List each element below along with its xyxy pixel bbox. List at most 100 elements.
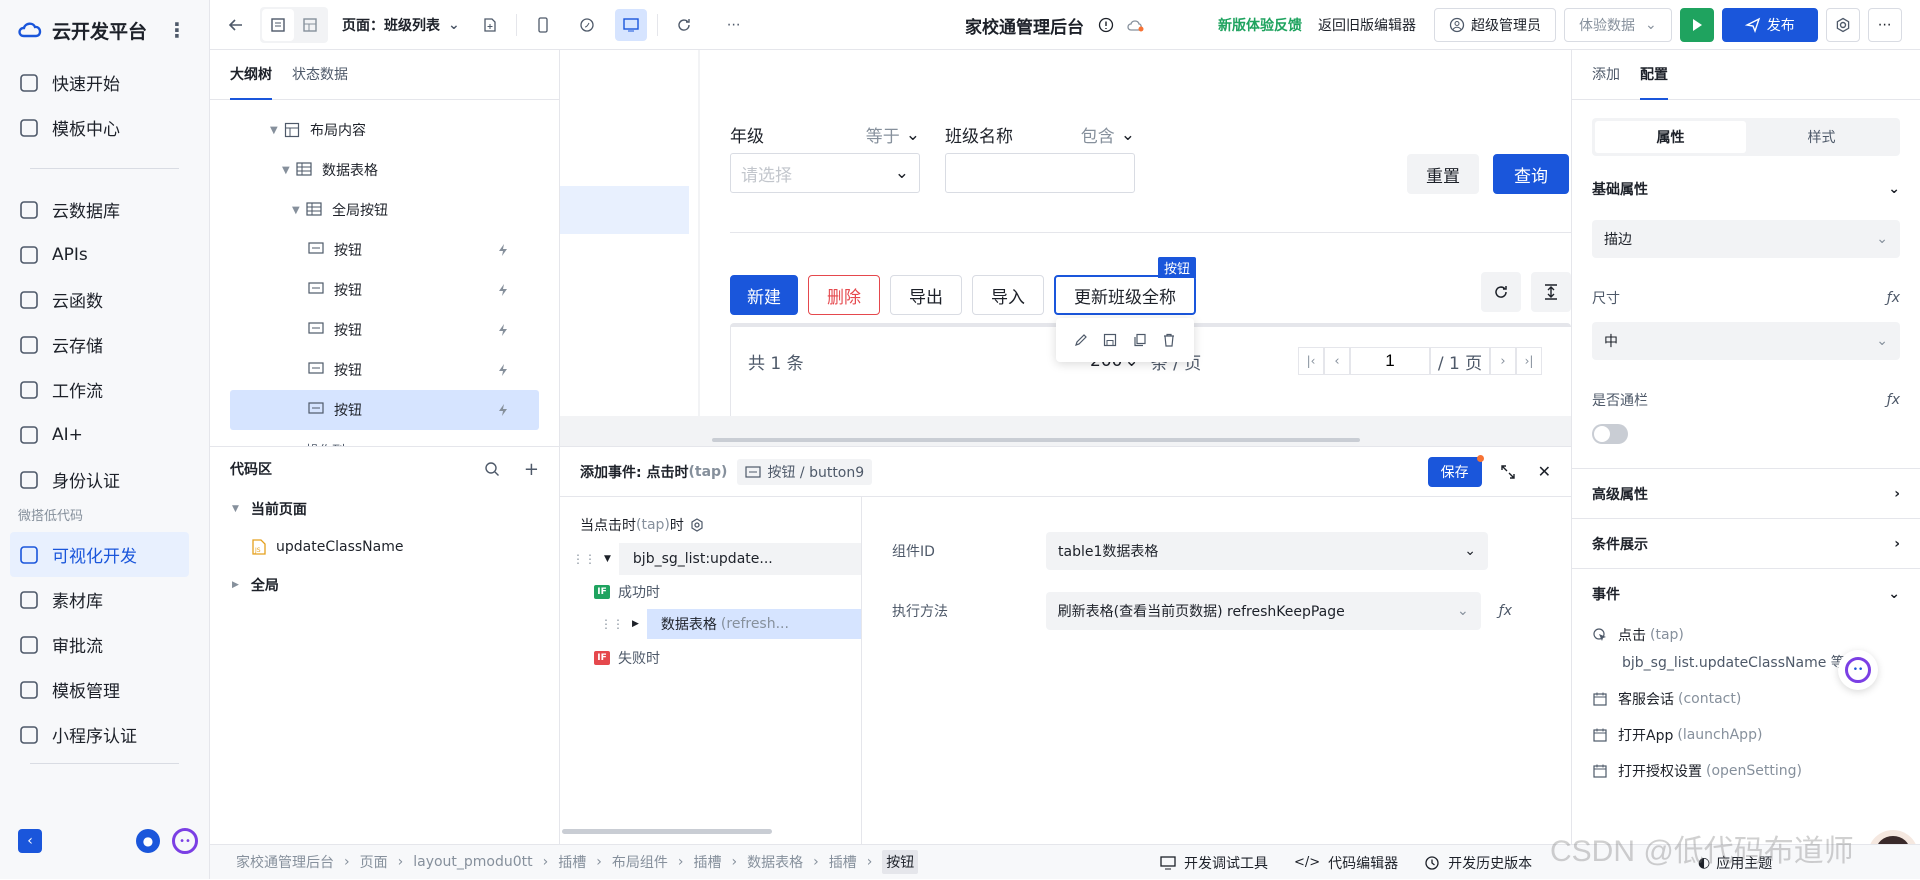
prev-page-button[interactable]: ‹ <box>1324 347 1350 375</box>
event-bolt-icon[interactable] <box>497 243 509 257</box>
tree-node[interactable]: 按钮 <box>230 230 539 270</box>
trash-icon[interactable] <box>1162 333 1176 347</box>
debug-tools-button[interactable]: 开发调试工具 <box>1160 853 1268 873</box>
nav-item[interactable]: 模板中心 <box>0 105 209 150</box>
tree-node[interactable]: 按钮 <box>230 390 539 430</box>
table-density-button[interactable] <box>1531 272 1571 312</box>
update-class-name-button[interactable]: 更新班级全称 按钮 <box>1054 257 1196 315</box>
filter-grade-select[interactable]: 请选择 ⌄ <box>730 153 920 193</box>
more-horizontal-icon[interactable]: ⋯ <box>718 9 750 41</box>
event-bolt-icon[interactable] <box>497 403 509 417</box>
condition-header[interactable]: 条件展示 › <box>1572 519 1920 569</box>
more-menu-button[interactable]: ⋯ <box>1867 8 1902 42</box>
copy-icon[interactable] <box>1133 333 1147 347</box>
info-icon[interactable] <box>1098 17 1114 33</box>
settings-button[interactable] <box>1825 8 1860 42</box>
desktop-view-icon[interactable] <box>614 8 647 41</box>
table-refresh-button[interactable] <box>1481 272 1521 312</box>
tree-node[interactable]: ▼ 数据表格 <box>230 150 539 190</box>
breadcrumb-item[interactable]: 按钮 <box>882 850 919 874</box>
nav-item[interactable]: 审批流 <box>0 622 209 667</box>
add-page-icon[interactable] <box>474 9 506 41</box>
breadcrumb-item[interactable]: 插槽 <box>558 852 586 872</box>
tree-node[interactable]: ▼ 布局内容 <box>230 110 539 150</box>
breadcrumb-item[interactable]: 数据表格 <box>747 852 803 872</box>
nav-item[interactable]: 快速开始 <box>0 60 209 105</box>
formula-icon[interactable]: ƒx <box>1887 290 1900 306</box>
save-icon[interactable] <box>1103 333 1117 347</box>
export-button[interactable]: 导出 <box>890 275 962 315</box>
event-item[interactable]: 客服会话 (contact) <box>1572 685 1920 713</box>
tab-config[interactable]: 配置 <box>1640 50 1668 100</box>
breadcrumb-item[interactable]: 布局组件 <box>612 852 668 872</box>
refresh-icon[interactable] <box>668 9 700 41</box>
new-button[interactable]: 新建 <box>730 275 798 315</box>
nav-item[interactable]: 模板管理 <box>0 667 209 712</box>
border-select[interactable]: 描边 ⌄ <box>1592 220 1900 258</box>
caret-down-icon[interactable]: ▼ <box>292 205 306 216</box>
method-select[interactable]: 刷新表格(查看当前页数据) refreshKeepPage ⌄ <box>1045 592 1481 630</box>
segment-styles[interactable]: 样式 <box>1746 121 1897 153</box>
nav-item[interactable]: 云存储 <box>0 322 209 367</box>
caret-down-icon[interactable]: ▼ <box>270 125 284 136</box>
tab-add[interactable]: 添加 <box>1592 50 1620 100</box>
preview-run-button[interactable] <box>1679 8 1714 42</box>
nav-item[interactable]: AI+ <box>0 412 209 457</box>
full-width-toggle[interactable] <box>1592 424 1628 444</box>
last-page-button[interactable]: ›| <box>1516 347 1542 375</box>
publish-button[interactable]: 发布 <box>1721 8 1818 42</box>
breadcrumb-item[interactable]: 家校通管理后台 <box>236 852 334 872</box>
assistant-icon[interactable]: •• <box>172 828 198 854</box>
more-icon[interactable]: ⋮ <box>167 18 187 42</box>
breadcrumb-item[interactable]: 插槽 <box>829 852 857 872</box>
page-number-input[interactable] <box>1350 347 1430 375</box>
events-header[interactable]: 事件 ⌄ <box>1572 569 1920 619</box>
design-canvas[interactable]: 年级 等于 ⌄ 请选择 ⌄ 班级名称 包含 ⌄ 重置 查询 新建 删除 导出 导入 <box>560 50 1571 446</box>
tab-outline-tree[interactable]: 大纲树 <box>230 50 272 100</box>
basic-props-header[interactable]: 基础属性 ⌄ <box>1572 166 1920 212</box>
nav-item[interactable]: 云函数 <box>0 277 209 322</box>
add-icon[interactable]: + <box>524 459 539 480</box>
collapse-button[interactable]: ‹ <box>18 829 42 853</box>
nav-item[interactable]: 可视化开发 <box>10 532 189 577</box>
delete-button[interactable]: 删除 <box>808 275 880 315</box>
tree-node[interactable]: ▼ 全局按钮 <box>230 190 539 230</box>
code-current-page[interactable]: ▼ 当前页面 <box>210 491 559 527</box>
event-item[interactable]: 点击 (tap) <box>1572 621 1920 649</box>
component-id-select[interactable]: table1数据表格 ⌄ <box>1046 532 1488 570</box>
tree-node[interactable]: 按钮 <box>230 270 539 310</box>
data-source-select[interactable]: 体验数据 ⌄ <box>1564 8 1672 42</box>
mobile-view-icon[interactable] <box>527 9 559 41</box>
event-bolt-icon[interactable] <box>497 363 509 377</box>
caret-down-icon[interactable]: ▼ <box>282 165 296 176</box>
event-item[interactable]: 打开App (launchApp) <box>1572 721 1920 749</box>
nav-item[interactable]: 身份认证 <box>0 457 209 502</box>
code-global[interactable]: ▶ 全局 <box>210 567 559 603</box>
back-old-editor-link[interactable]: 返回旧版编辑器 <box>1318 15 1416 35</box>
breadcrumb-item[interactable]: layout_pmodu0tt <box>413 854 532 870</box>
flow-horizontal-scrollbar[interactable] <box>562 829 772 834</box>
code-file-item[interactable]: JS updateClassName <box>210 527 559 567</box>
breadcrumb-item[interactable]: 页面 <box>360 852 388 872</box>
component-grid-icon[interactable] <box>294 9 326 41</box>
history-button[interactable]: 开发历史版本 <box>1424 853 1532 873</box>
advanced-props-header[interactable]: 高级属性 › <box>1572 469 1920 519</box>
tree-node[interactable]: 按钮 <box>230 310 539 350</box>
query-button[interactable]: 查询 <box>1493 154 1569 194</box>
import-button[interactable]: 导入 <box>972 275 1044 315</box>
canvas-horizontal-scrollbar[interactable] <box>712 438 1360 442</box>
flow-node-update[interactable]: ⋮⋮ ▼ bjb_sg_list:update... <box>572 543 861 575</box>
breadcrumb-item[interactable]: 插槽 <box>693 852 721 872</box>
expand-icon[interactable] <box>1500 464 1516 480</box>
miniprogram-view-icon[interactable] <box>571 9 603 41</box>
formula-icon[interactable]: ƒx <box>1887 392 1900 408</box>
filter-class-name-operator[interactable]: 包含 ⌄ <box>1081 122 1135 148</box>
size-select[interactable]: 中 ⌄ <box>1592 322 1900 360</box>
first-page-button[interactable]: |‹ <box>1298 347 1324 375</box>
nav-item[interactable]: 云数据库 <box>0 187 209 232</box>
event-bolt-icon[interactable] <box>497 323 509 337</box>
assistant-float-button[interactable]: •• <box>1838 650 1878 690</box>
feedback-link[interactable]: 新版体验反馈 <box>1218 15 1302 35</box>
nav-item[interactable]: 小程序认证 <box>0 712 209 757</box>
reset-button[interactable]: 重置 <box>1407 154 1479 194</box>
